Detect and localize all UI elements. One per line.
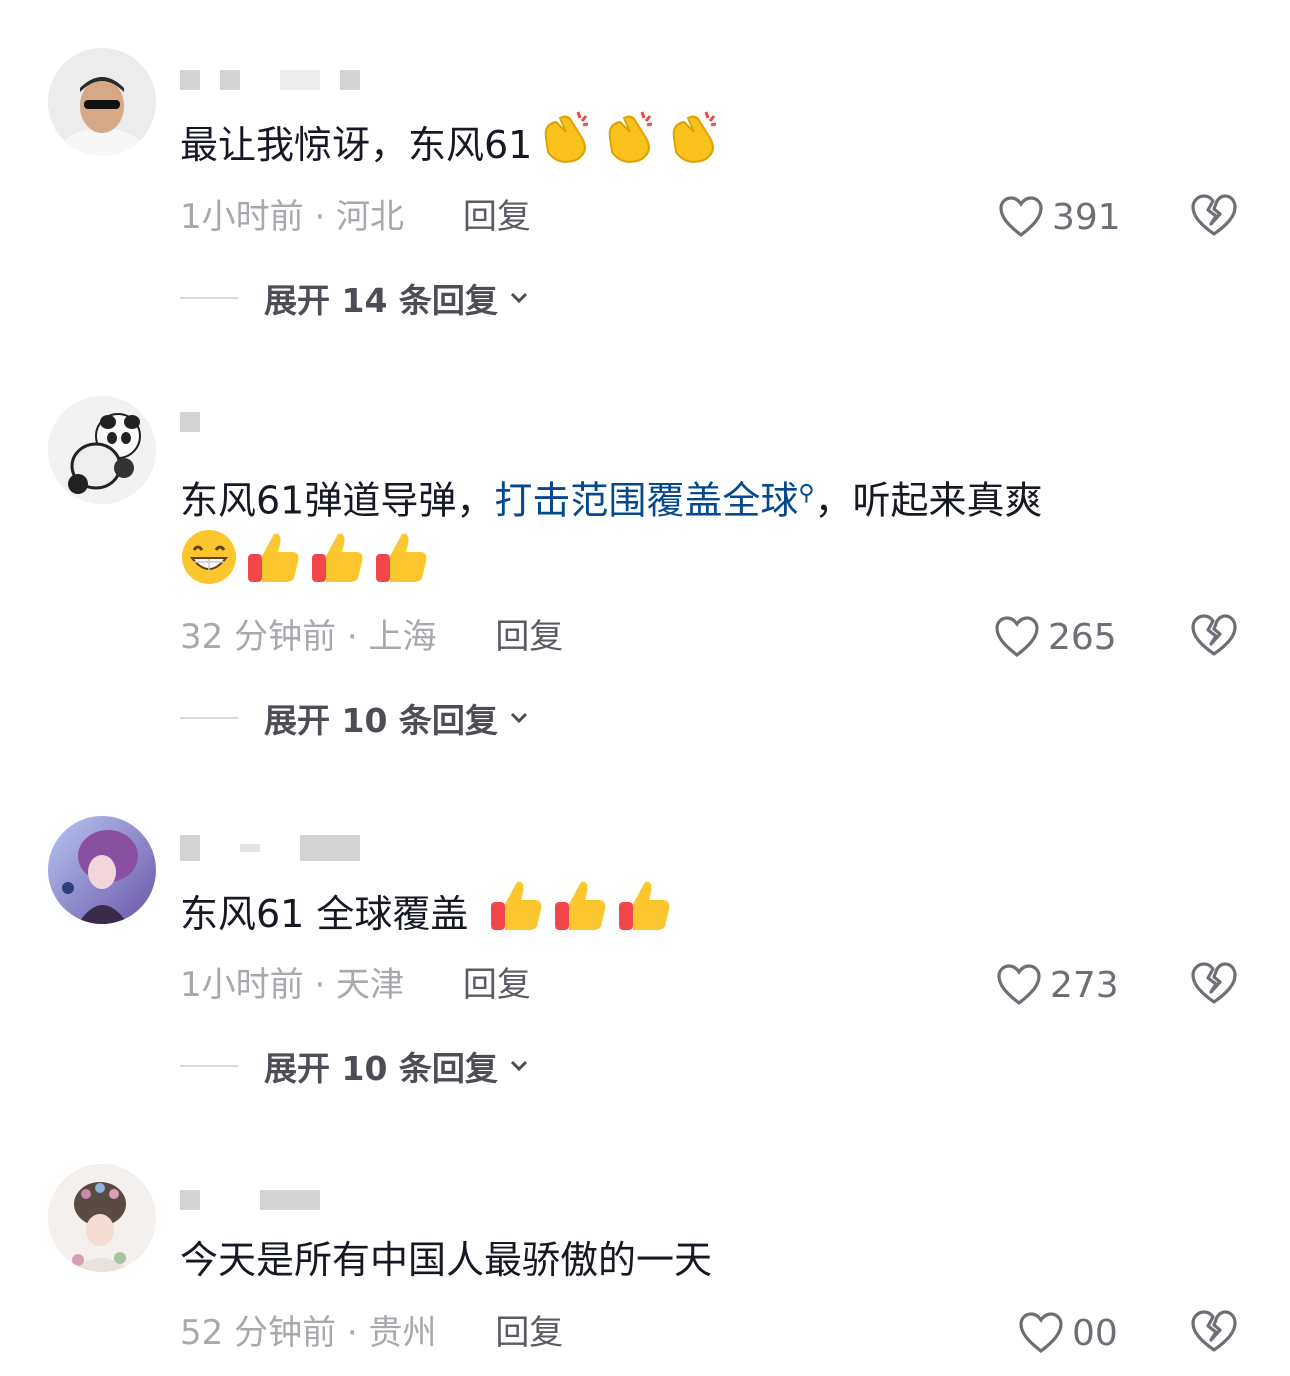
reply-button[interactable]: 回复 — [463, 197, 531, 237]
heart-icon — [1019, 1312, 1063, 1354]
like-button[interactable]: 265 — [994, 612, 1117, 662]
emoji-row — [180, 528, 1240, 609]
chevron-down-icon — [510, 712, 527, 724]
expand-replies-button[interactable]: 展开 14 条回复 — [180, 274, 532, 322]
heart-icon — [997, 964, 1041, 1006]
time-location: 32 分钟前 · 上海 — [180, 617, 437, 657]
username-redacted — [180, 834, 360, 862]
comment-text-before: 东风61弹道导弹， — [180, 478, 495, 523]
expand-replies-label: 展开 14 条回复 — [264, 281, 498, 320]
avatar[interactable] — [48, 1164, 156, 1272]
avatar-image — [48, 396, 156, 504]
comment-text-content: 东风61 全球覆盖 — [180, 892, 481, 936]
dislike-button[interactable] — [1190, 960, 1238, 1008]
broken-heart-icon — [1191, 1310, 1237, 1352]
comment-meta: 1小时前 · 河北 回复 — [180, 192, 531, 242]
comment-text-content: 最让我惊讶，东风61 — [180, 123, 533, 167]
broken-heart-icon — [1191, 614, 1237, 656]
dislike-button[interactable] — [1190, 612, 1238, 660]
clap-emoji — [602, 108, 660, 187]
avatar[interactable] — [48, 816, 156, 924]
broken-heart-icon — [1191, 194, 1237, 236]
username-redacted — [180, 1186, 320, 1214]
comment-text: 东风61 全球覆盖 — [180, 876, 1240, 957]
heart-icon — [995, 616, 1039, 658]
time-location: 1小时前 · 河北 — [180, 197, 405, 237]
divider-line — [180, 1065, 238, 1067]
comment-text: 最让我惊讶，东风61 — [180, 108, 1240, 187]
reply-button[interactable]: 回复 — [495, 617, 563, 657]
dislike-button[interactable] — [1190, 1308, 1238, 1356]
like-count: 391 — [1052, 196, 1121, 238]
like-button[interactable]: 391 — [998, 192, 1121, 242]
avatar-image — [48, 48, 156, 156]
broken-heart-icon — [1191, 962, 1237, 1004]
expand-replies-button[interactable]: 展开 10 条回复 — [180, 1042, 532, 1090]
divider-line — [180, 297, 238, 299]
dislike-button[interactable] — [1190, 192, 1238, 240]
reply-button[interactable]: 回复 — [463, 965, 531, 1005]
username-redacted — [180, 66, 360, 94]
divider-line — [180, 717, 238, 719]
thumbs-up-emoji — [615, 876, 673, 957]
grin-emoji — [180, 528, 238, 609]
time-location: 1小时前 · 天津 — [180, 965, 405, 1005]
time-location: 52 分钟前 · 贵州 — [180, 1313, 437, 1353]
like-count: 00 — [1072, 1312, 1118, 1354]
clap-emoji — [666, 108, 724, 187]
expand-replies-label: 展开 10 条回复 — [264, 1049, 498, 1088]
like-count: 273 — [1050, 964, 1119, 1006]
comment-meta: 52 分钟前 · 贵州 回复 — [180, 1308, 563, 1358]
thumbs-up-emoji — [487, 876, 545, 957]
like-button[interactable]: 00 — [1018, 1308, 1118, 1358]
avatar-image — [48, 816, 156, 924]
comment-text: 东风61弹道导弹，打击范围覆盖全球⚲，听起来真爽 — [180, 458, 1240, 537]
username-redacted — [180, 408, 200, 436]
thumbs-up-emoji — [372, 528, 430, 609]
like-button[interactable]: 273 — [996, 960, 1119, 1010]
chevron-down-icon — [510, 292, 527, 304]
expand-replies-label: 展开 10 条回复 — [264, 701, 498, 740]
chevron-down-icon — [510, 1060, 527, 1072]
expand-replies-button[interactable]: 展开 10 条回复 — [180, 694, 532, 742]
comment-text-after: ，听起来真爽 — [814, 478, 1043, 523]
heart-icon — [999, 196, 1043, 238]
comment-meta: 1小时前 · 天津 回复 — [180, 960, 531, 1010]
comment-text: 今天是所有中国人最骄傲的一天 — [180, 1224, 1240, 1296]
avatar-image — [48, 1164, 156, 1272]
thumbs-up-emoji — [551, 876, 609, 957]
avatar[interactable] — [48, 396, 156, 504]
comment-meta: 32 分钟前 · 上海 回复 — [180, 612, 563, 662]
avatar[interactable] — [48, 48, 156, 156]
search-icon: ⚲ — [798, 481, 815, 506]
clap-emoji — [538, 108, 596, 187]
reply-button[interactable]: 回复 — [495, 1313, 563, 1353]
like-count: 265 — [1048, 616, 1117, 658]
thumbs-up-emoji — [308, 528, 366, 609]
search-keyword-link[interactable]: 打击范围覆盖全球 — [494, 479, 798, 523]
comment-text-content: 今天是所有中国人最骄傲的一天 — [180, 1238, 713, 1282]
thumbs-up-emoji — [244, 528, 302, 609]
